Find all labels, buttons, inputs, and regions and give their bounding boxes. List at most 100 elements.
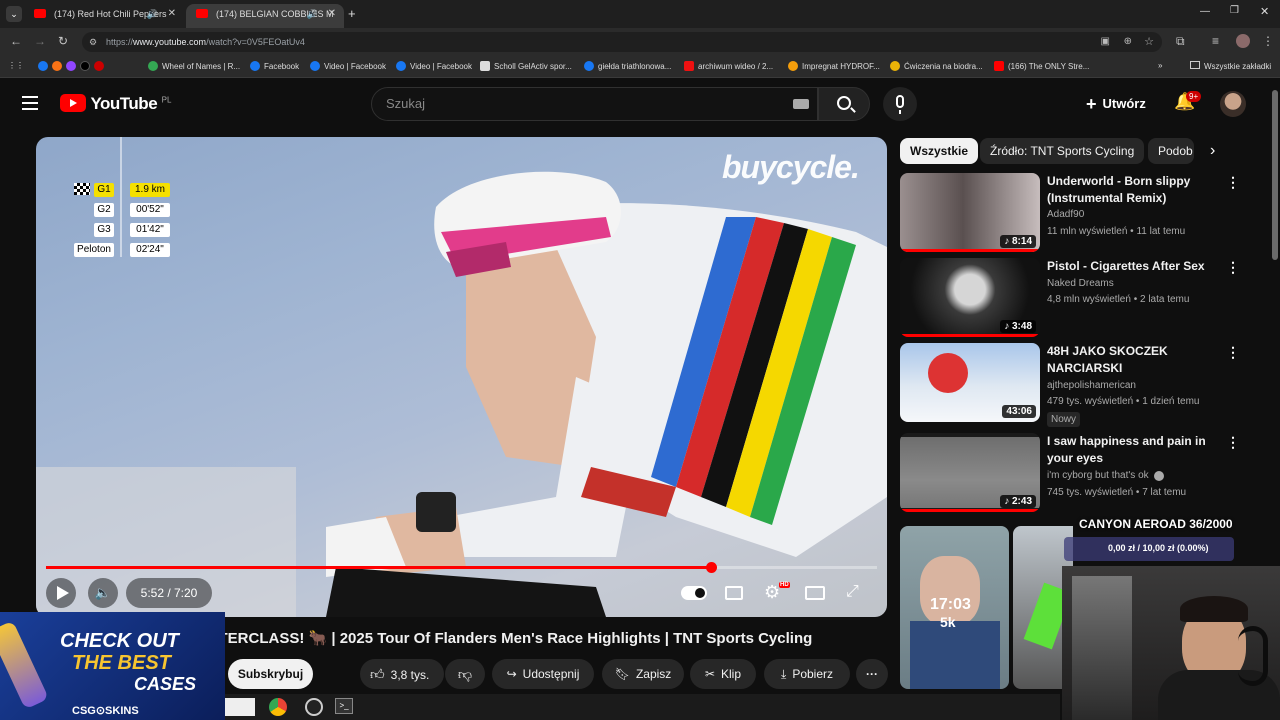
more-options-icon[interactable]: ⋮	[1226, 259, 1240, 276]
video-thumbnail[interactable]: 43:06	[900, 343, 1040, 422]
bookmark-item[interactable]: giełda triathlonowa...	[584, 61, 671, 71]
theater-mode-icon[interactable]	[805, 586, 825, 600]
search-input[interactable]: Szukaj	[371, 87, 818, 121]
chips-next-icon[interactable]: ›	[1210, 142, 1215, 160]
terminal-icon[interactable]: >_	[335, 698, 353, 714]
speaker-icon[interactable]: 🔊	[307, 4, 318, 24]
address-bar[interactable]: https://www.youtube.com/watch?v=0V5FEOat…	[82, 32, 1162, 52]
shorts-thumbnail[interactable]: 17:03 5k	[900, 526, 1009, 689]
obs-icon[interactable]	[305, 698, 323, 716]
progress-scrubber[interactable]	[706, 562, 717, 573]
site-info-icon[interactable]: ⚙	[89, 32, 97, 52]
bookmark-item[interactable]: Facebook	[250, 61, 299, 71]
close-tab-icon[interactable]: ✕	[328, 4, 336, 24]
video-title[interactable]: Pistol - Cigarettes After Sex	[1047, 258, 1217, 275]
all-bookmarks[interactable]: Wszystkie zakładki	[1190, 61, 1271, 71]
bookmark-item[interactable]: Ćwiczenia na biodra...	[890, 61, 983, 71]
tab-red-hot-chili-peppers[interactable]: (174) Red Hot Chili Peppers 🔊 ✕	[24, 4, 184, 28]
video-player[interactable]: buycycle. G1 1.9 km G2 00'52" G3 01'42" …	[36, 137, 887, 617]
bookmark-item[interactable]: archiwum wideo / 2...	[684, 61, 773, 71]
bookmark-label: Video | Facebook	[324, 62, 386, 71]
save-button[interactable]: 🔖︎ Zapisz	[602, 659, 684, 689]
video-channel[interactable]: ajthepolishamerican	[1047, 380, 1136, 391]
video-title[interactable]: Underworld - Born slippy (Instrumental R…	[1047, 173, 1217, 207]
url-host: www.youtube.com	[133, 37, 207, 47]
more-actions-button[interactable]: ···	[856, 659, 888, 689]
create-button[interactable]: + Utwórz	[1086, 94, 1146, 115]
close-window-icon[interactable]: ✕	[1260, 5, 1269, 18]
zoom-icon[interactable]: ⊕	[1124, 32, 1132, 52]
fullscreen-icon[interactable]: ⤢	[846, 583, 859, 601]
keyboard-icon[interactable]	[793, 99, 809, 109]
video-thumbnail[interactable]: ♪ 3:48	[900, 258, 1040, 337]
taskbar-app[interactable]	[225, 698, 255, 716]
settings-gear-icon[interactable]: ⚙	[764, 582, 780, 603]
download-button[interactable]: ⤓ Pobierz	[764, 659, 850, 689]
bookmark-star-icon[interactable]: ☆	[1144, 32, 1154, 52]
chip-similar[interactable]: Podob	[1148, 138, 1194, 164]
x-icon	[80, 61, 90, 71]
like-button[interactable]: 👍︎ 3,8 tys.	[360, 659, 444, 689]
media-icon[interactable]: ≡	[1212, 34, 1219, 48]
reload-icon[interactable]: ↻	[58, 34, 68, 48]
more-options-icon[interactable]: ⋮	[1226, 174, 1240, 191]
apps-icon[interactable]: ⋮⋮	[8, 61, 24, 70]
hamburger-menu-icon[interactable]	[22, 96, 38, 110]
share-button[interactable]: ↪ Udostępnij	[492, 659, 594, 689]
chip-all[interactable]: Wszystkie	[900, 138, 979, 164]
extensions-icon[interactable]: ⧉	[1176, 34, 1185, 49]
chrome-icon[interactable]	[269, 698, 287, 716]
play-button[interactable]	[46, 578, 76, 608]
install-icon[interactable]: ▣	[1101, 32, 1110, 52]
tab-search-icon[interactable]: ⌄	[6, 6, 22, 22]
restore-icon[interactable]: ❐	[1230, 5, 1239, 16]
subscribe-button[interactable]: Subskrybuj	[228, 659, 313, 689]
chip-source[interactable]: Źródło: TNT Sports Cycling	[980, 138, 1145, 164]
forward-icon[interactable]: →	[34, 34, 46, 48]
video-title[interactable]: I saw happiness and pain in your eyes	[1047, 433, 1217, 467]
speaker-icon[interactable]: 🔊	[147, 4, 158, 24]
avatar[interactable]	[1220, 91, 1246, 117]
close-tab-icon[interactable]: ✕	[168, 4, 176, 24]
scoreboard-group-value: 02'24"	[130, 243, 170, 257]
video-meta: 479 tys. wyświetleń • 1 dzień temu	[1047, 396, 1200, 407]
more-bookmarks-icon[interactable]: »	[1158, 61, 1162, 70]
subtitles-icon[interactable]	[725, 586, 743, 600]
video-title[interactable]: 48H JAKO SKOCZEK NARCIARSKI	[1047, 343, 1217, 377]
page-scrollbar[interactable]	[1272, 90, 1278, 260]
new-tab-icon[interactable]: +	[348, 6, 356, 21]
tab-belgian-cobbles[interactable]: (174) BELGIAN COBBLES M 🔊 ✕	[186, 4, 344, 28]
scissors-icon: ✂	[704, 667, 716, 681]
more-options-icon[interactable]: ⋮	[1226, 344, 1240, 361]
bookmark-item[interactable]: Impregnat HYDROF...	[788, 61, 880, 71]
bookmark-item[interactable]: (166) The ONLY Stre...	[994, 61, 1089, 71]
video-thumbnail[interactable]: ♪ 2:43	[900, 433, 1040, 512]
bookmark-item[interactable]: Video | Facebook	[310, 61, 386, 71]
bookmark-item[interactable]: Wheel of Names | R...	[148, 61, 240, 71]
knife-icon	[0, 620, 49, 710]
profile-avatar[interactable]	[1236, 34, 1250, 48]
dislike-button[interactable]: 👎︎	[445, 659, 485, 689]
facebook-icon	[38, 61, 48, 71]
bookmark-label: Facebook	[264, 62, 300, 71]
video-channel[interactable]: Naked Dreams	[1047, 278, 1114, 289]
autoplay-toggle[interactable]	[681, 586, 707, 600]
video-channel[interactable]: Adadf90	[1047, 209, 1084, 220]
search-button[interactable]	[818, 87, 870, 121]
youtube-logo[interactable]: YouTube PL	[60, 94, 171, 114]
video-thumbnail[interactable]: ♪ 8:14	[900, 173, 1040, 252]
volume-button[interactable]: 🔈	[88, 578, 118, 608]
taskbar: >_	[225, 694, 1060, 720]
voice-search-button[interactable]	[883, 87, 917, 121]
more-options-icon[interactable]: ⋮	[1226, 434, 1240, 451]
menu-icon[interactable]: ⋮	[1262, 34, 1274, 48]
bookmark-icons[interactable]	[38, 61, 108, 71]
back-icon[interactable]: ←	[10, 34, 22, 48]
video-meta: 4,8 mln wyświetleń • 2 lata temu	[1047, 294, 1190, 305]
ad-brand: CSG⊙SKINS	[72, 705, 139, 717]
clip-button[interactable]: ✂ Klip	[690, 659, 756, 689]
minimize-icon[interactable]: —	[1200, 6, 1210, 17]
bookmark-item[interactable]: Scholl GelActiv spor...	[480, 61, 572, 71]
bookmark-item[interactable]: Video | Facebook	[396, 61, 472, 71]
video-channel[interactable]: i'm cyborg but that's ok	[1047, 470, 1149, 481]
